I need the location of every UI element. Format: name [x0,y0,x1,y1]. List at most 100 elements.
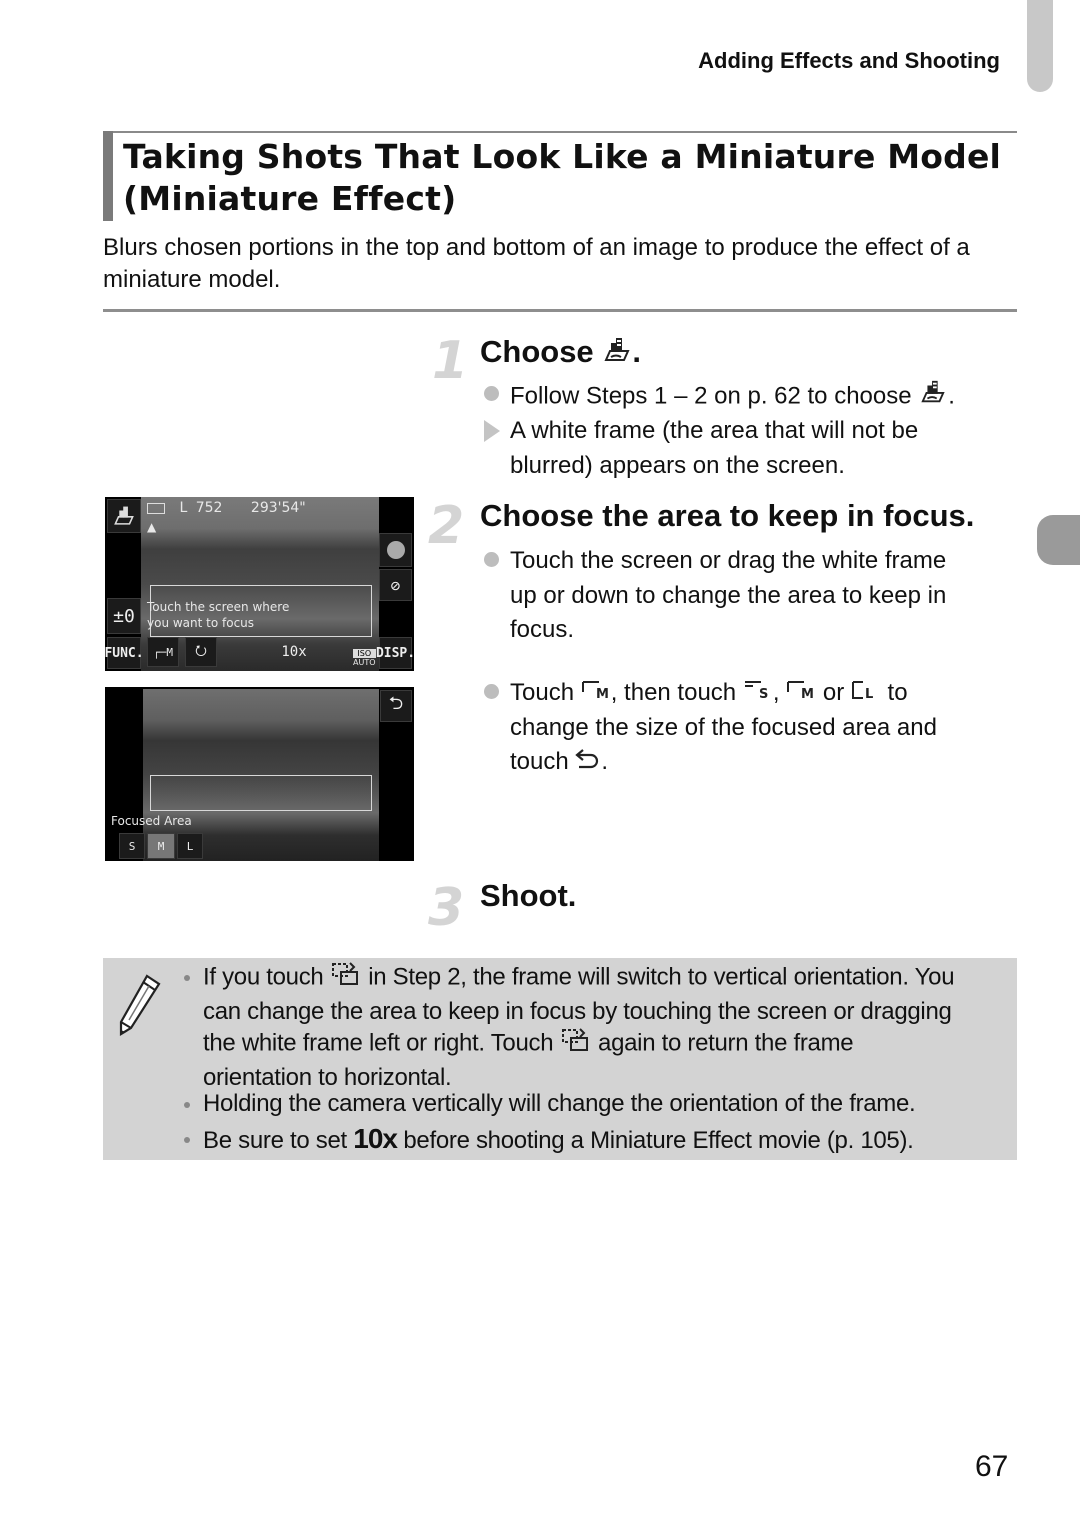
focus-size-button[interactable]: ┌─M [147,637,179,667]
result-arrow-icon [484,420,500,442]
frame-size-m-icon: M [157,839,165,853]
chapter-tab-side [1037,515,1080,565]
frame-size-s-button[interactable]: S [119,833,145,859]
text-part: in Step 2, the frame will switch to vert… [368,963,955,991]
frame-size-s-icon: S [743,676,773,711]
note-bullet [184,1102,190,1108]
camera-screen-focused-area: ⮌ Focused Area S M L [105,687,414,861]
frame-size-m-button[interactable]: M [147,833,175,859]
running-head: Adding Effects and Shooting [698,48,1000,73]
frame-size-l-icon: L [186,839,194,853]
text-part: again to return the frame [598,1029,854,1057]
bullet-dot [484,552,499,567]
step-1-result: A white frame (the area that will not be… [510,414,918,483]
note-bullet [184,975,190,981]
frame-size-m-icon: M [786,676,816,711]
svg-text:M: M [596,687,609,700]
page-number: 67 [975,1450,1009,1483]
text-part: , then touch [610,679,737,706]
step-2-instruction-1-line3: focus. [510,616,575,643]
frame-size-l-button[interactable]: L [177,833,203,859]
step-1-instruction-suffix: . [948,382,955,410]
frame-size-l-icon: L [851,676,881,711]
disp-button[interactable]: DISP. [376,637,414,669]
page-title-line2: (Miniature Effect) [123,179,457,218]
frame-size-m-icon: ┌─M [153,645,173,659]
rotate-frame-button[interactable]: ⭮ [185,637,217,667]
shooting-mode-button[interactable] [107,499,141,533]
step-2-instruction-2-line3: touch . [510,745,1020,780]
section-divider [103,309,1017,312]
note-item-1-line2: can change the area to keep in focus by … [203,997,952,1025]
note-item-2: Holding the camera vertically will chang… [203,1090,916,1117]
text-part: Touch [510,679,575,706]
step-3-title: Shoot. [480,878,577,913]
camera-shake-icon: ▲ [147,520,157,534]
return-button[interactable]: ⮌ [380,690,412,722]
text-part: Be sure to set [203,1127,347,1154]
step-number-2: 2 [428,496,465,556]
miniature-mode-icon [602,335,632,373]
touch-hint-line1: Touch the screen where [147,600,290,614]
bullet-dot [484,684,499,699]
movie-time-remaining: 293'54" [250,500,306,516]
shutter-button[interactable] [379,533,412,567]
touch-hint-line2: you want to focus [147,616,255,630]
text-part: , [772,679,780,706]
title-accent-bar [103,131,113,221]
status-bar: L 752 293'54" [147,500,306,516]
text-part: before shooting a Miniature Effect movie… [403,1127,914,1154]
pencil-icon [117,972,163,1043]
frame-size-s-icon: S [128,839,136,853]
iso-indicator: ISO AUTO [353,649,376,667]
step-number-3: 3 [428,878,465,938]
camera-screen-shooting: L 752 293'54" ▲ ±0 FUNC. ┌─M ⭮ 10x ISO A… [105,497,414,671]
note-box: If you touch in Step 2, the frame will s… [103,958,1017,1160]
step-2-instruction-1-line1: Touch the screen or drag the white frame [510,547,947,574]
step-1-title-text: Choose [480,334,594,369]
step-1-instruction: Follow Steps 1 – 2 on p. 62 to choose . [510,379,955,416]
note-item-3: Be sure to set 10x before shooting a Min… [203,1123,1013,1157]
shutter-icon [386,541,405,559]
func-button[interactable]: FUNC. [105,637,144,669]
intro-text: Blurs chosen portions in the top and bot… [103,234,970,293]
page-title-line1: Taking Shots That Look Like a Miniature … [123,137,1002,176]
bullet-dot [484,386,499,401]
text-part: to [887,679,908,706]
iso-value: AUTO [353,658,376,667]
focused-area-label: Focused Area [111,814,192,828]
zoom-button[interactable]: 10x [277,637,311,667]
exposure-button[interactable]: ±0 [107,598,141,634]
rotate-frame-icon [330,961,362,996]
svg-text:L: L [865,687,873,700]
note-bullet [184,1137,190,1143]
step-2-instruction-1: Touch the screen or drag the white frame… [510,544,946,648]
svg-text:S: S [759,687,768,700]
text-part: the white frame left or right. Touch [203,1029,554,1057]
step-1-result-line1: A white frame (the area that will not be [510,417,919,444]
return-icon: ⮌ [388,693,404,714]
note-item-1: If you touch in Step 2, the frame will s… [203,961,1013,1093]
step-1-instruction-text: Follow Steps 1 – 2 on p. 62 to choose [510,382,912,410]
svg-text:M: M [801,687,814,700]
focus-frame[interactable] [150,775,372,811]
text-part: touch [510,748,569,776]
step-number-1: 1 [432,331,469,391]
text-part: or [822,679,845,706]
step-1-result-line2: blurred) appears on the screen. [510,451,845,479]
chapter-tab-top [1027,0,1053,92]
miniature-mode-icon [918,379,948,416]
flash-button[interactable]: ⊘ [379,569,412,601]
text-part: If you touch [203,963,324,991]
step-2-instruction-2-line2: change the size of the focused area and [510,713,937,741]
note-item-1-line3: the white frame left or right. Touch aga… [203,1027,1013,1062]
flash-off-icon: ⊘ [390,575,401,595]
frame-size-m-icon: M [581,676,611,711]
step-1-title-suffix: . [632,334,641,369]
page-title: Taking Shots That Look Like a Miniature … [123,136,1023,220]
shots-remaining: 752 [195,500,223,516]
step-2-instruction-2: Touch M, then touch S, M or L to change … [510,676,1020,780]
rotate-frame-icon [560,1027,592,1062]
rotate-frame-icon: ⭮ [195,643,207,659]
title-rule [103,131,1017,133]
